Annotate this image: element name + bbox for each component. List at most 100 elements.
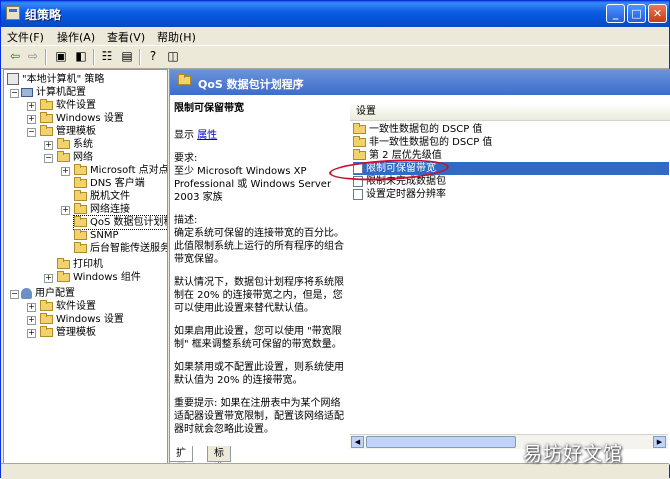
export-list-icon[interactable]: ▤: [119, 49, 135, 64]
tree-label: SNMP: [90, 230, 119, 241]
tree-item-user-windows-settings[interactable]: Windows 设置: [40, 312, 124, 326]
minimize-button[interactable]: _: [606, 4, 625, 23]
expand-icon[interactable]: +: [44, 141, 53, 150]
folder-icon: [74, 228, 87, 240]
properties-line: 显示 属性: [174, 129, 344, 142]
tree-item-network[interactable]: 网络: [57, 150, 93, 164]
close-button[interactable]: ✕: [648, 4, 667, 23]
tree-item-qos-scheduler[interactable]: QoS 数据包计划程: [73, 215, 168, 230]
forward-arrow-icon[interactable]: ⇨: [25, 49, 41, 64]
tree-user-config[interactable]: 用户配置: [21, 287, 75, 300]
expand-icon[interactable]: +: [61, 167, 70, 176]
show-hide-tree-icon[interactable]: ◧: [73, 49, 89, 64]
title-bar[interactable]: 组策略 _ □ ✕: [1, 1, 669, 27]
policy-icon: [7, 73, 19, 85]
folder-icon: [40, 111, 53, 123]
properties-icon[interactable]: ☷: [99, 49, 115, 64]
folder-icon: [74, 215, 87, 227]
folder-icon: [40, 312, 53, 324]
expand-icon[interactable]: +: [61, 206, 70, 215]
up-folder-icon[interactable]: ▣: [53, 49, 69, 64]
folder-icon: [57, 150, 70, 162]
list-item[interactable]: 一致性数据包的 DSCP 值: [353, 122, 486, 136]
tree-label: 软件设置: [56, 301, 96, 312]
watermark: 易坊好文馆: [523, 443, 624, 465]
tree-item-offline-files[interactable]: 脱机文件: [74, 189, 130, 203]
back-arrow-icon[interactable]: ⇦: [7, 49, 23, 64]
setting-title: 限制可保留带宽: [174, 103, 244, 114]
tree-label: 脱机文件: [90, 191, 130, 202]
list-item[interactable]: 设置定时器分辨率: [353, 188, 450, 201]
setting-icon: [353, 162, 363, 174]
list-item-label: 限制未完成数据包: [366, 176, 446, 187]
tree-label: 后台智能传送服务: [90, 243, 168, 254]
tree-item-windows-settings[interactable]: Windows 设置: [40, 111, 124, 125]
settings-list[interactable]: 设置 一致性数据包的 DSCP 值 非一致性数据包的 DSCP 值 第 2 层优…: [350, 100, 670, 440]
expand-icon[interactable]: +: [27, 303, 36, 312]
help-icon[interactable]: ?: [145, 49, 161, 64]
tree-item-network-connections[interactable]: 网络连接: [74, 202, 130, 216]
maximize-button[interactable]: □: [627, 4, 646, 23]
expand-icon[interactable]: +: [27, 316, 36, 325]
tree-label: QoS 数据包计划程: [90, 217, 168, 228]
collapse-icon[interactable]: −: [10, 290, 19, 299]
extended-view-icon[interactable]: ◫: [165, 49, 181, 64]
tree-item-bits[interactable]: 后台智能传送服务: [74, 241, 168, 255]
expand-icon[interactable]: +: [27, 102, 36, 111]
tree-root[interactable]: "本地计算机" 策略: [7, 73, 104, 86]
window-title: 组策略: [25, 8, 62, 22]
folder-icon: [57, 137, 70, 149]
user-icon: [21, 287, 32, 299]
list-item-label: 一致性数据包的 DSCP 值: [369, 124, 483, 135]
menu-action[interactable]: 操作(A): [57, 29, 95, 45]
console-tree[interactable]: "本地计算机" 策略 − 计算机配置 + 软件设置 + Windows 设置 −…: [3, 69, 168, 465]
list-item[interactable]: 非一致性数据包的 DSCP 值: [353, 135, 496, 149]
description-text: 描述: 确定系统可保留的连接带宽的百分比。此值限制系统上运行的所有程序的组合带宽…: [174, 215, 344, 265]
menu-file[interactable]: 文件(F): [7, 29, 44, 45]
collapse-icon[interactable]: −: [10, 89, 19, 98]
tab-standard[interactable]: 标准: [207, 446, 231, 474]
folder-icon: [74, 163, 87, 175]
toolbar: ⇦ ⇨ ▣ ◧ ☷ ▤ ? ◫: [1, 45, 669, 69]
tab-extended[interactable]: 扩展: [169, 446, 193, 474]
enable-text: 如果启用此设置，您可以使用 "带宽限制" 框来调整系统可保留的带宽数量。: [174, 326, 342, 350]
list-item[interactable]: 第 2 层优先级值: [353, 148, 446, 162]
tree-item-software-settings[interactable]: 软件设置: [40, 98, 96, 112]
list-item[interactable]: 限制未完成数据包: [353, 175, 450, 188]
tree-item-windows-components[interactable]: Windows 组件: [57, 270, 141, 284]
list-item-selected[interactable]: 限制可保留带宽: [353, 162, 669, 175]
tree-item-printers[interactable]: 打印机: [57, 257, 103, 271]
tree-item-snmp[interactable]: SNMP: [74, 228, 119, 242]
menu-view[interactable]: 查看(V): [107, 29, 145, 45]
tree-computer-config[interactable]: 计算机配置: [21, 86, 86, 99]
expand-icon[interactable]: +: [44, 274, 53, 283]
column-header-setting[interactable]: 设置: [350, 103, 670, 121]
folder-icon: [40, 124, 53, 136]
tree-label: 计算机配置: [36, 87, 86, 98]
scroll-thumb[interactable]: [366, 436, 516, 448]
folder-icon: [74, 241, 87, 253]
list-item-label: 非一致性数据包的 DSCP 值: [369, 137, 493, 148]
tree-item-admin-templates[interactable]: 管理模板: [40, 124, 96, 138]
tree-label: Microsoft 点对点: [90, 165, 168, 176]
tree-item-system[interactable]: 系统: [57, 137, 93, 151]
list-item-label: 第 2 层优先级值: [369, 150, 442, 161]
tree-item-p2p[interactable]: Microsoft 点对点: [74, 163, 168, 177]
group-policy-window: 组策略 _ □ ✕ 文件(F) 操作(A) 查看(V) 帮助(H) ⇦ ⇨ ▣ …: [0, 0, 670, 479]
extended-description: 限制可保留带宽 显示 属性 要求: 至少 Microsoft Windows X…: [174, 102, 344, 446]
folder-icon: [40, 299, 53, 311]
requirement-text: 要求: 至少 Microsoft Windows XP Professional…: [174, 153, 332, 203]
collapse-icon[interactable]: −: [27, 128, 36, 137]
scroll-right-icon[interactable]: ▶: [653, 436, 666, 448]
tree-item-dns-client[interactable]: DNS 客户端: [74, 176, 145, 190]
properties-link[interactable]: 属性: [197, 130, 217, 141]
menu-help[interactable]: 帮助(H): [157, 29, 196, 45]
tree-item-user-software-settings[interactable]: 软件设置: [40, 299, 96, 313]
expand-icon[interactable]: +: [27, 329, 36, 338]
toolbar-separator: [45, 49, 47, 65]
computer-icon: [21, 87, 33, 97]
collapse-icon[interactable]: −: [44, 154, 53, 163]
scroll-left-icon[interactable]: ◀: [351, 436, 364, 448]
expand-icon[interactable]: +: [27, 115, 36, 124]
tree-item-user-admin-templates[interactable]: 管理模板: [40, 325, 96, 339]
